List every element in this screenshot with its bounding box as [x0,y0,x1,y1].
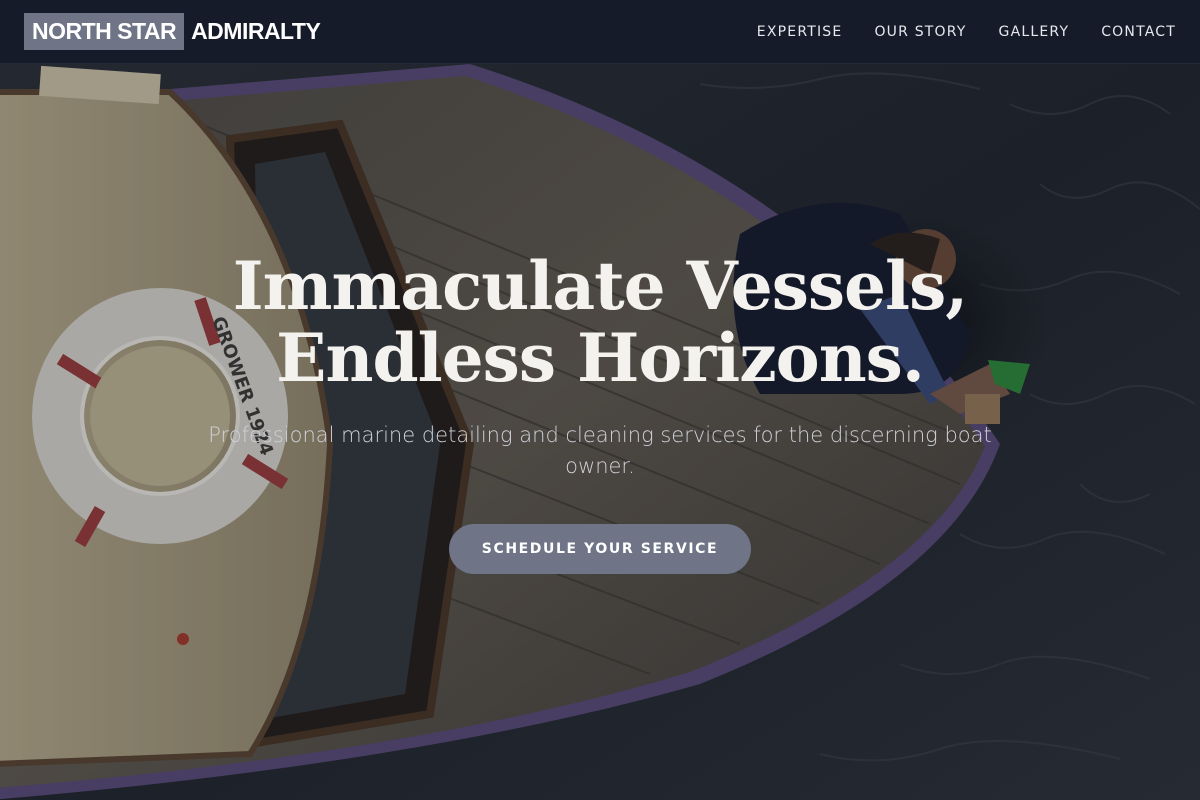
hero-title-line-1: Immaculate Vessels, [232,247,968,325]
nav-menu: EXPERTISE OUR STORY GALLERY CONTACT [757,0,1176,64]
hero-title: Immaculate Vessels, Endless Horizons. [150,250,1050,394]
brand-highlight: NORTH STAR [24,13,185,50]
top-navbar: NORTH STAR ADMIRALTY EXPERTISE OUR STORY… [0,0,1200,64]
nav-link-contact[interactable]: CONTACT [1101,24,1176,40]
hero-content: Immaculate Vessels, Endless Horizons. Pr… [150,250,1050,574]
hero-subtitle: Professional marine detailing and cleani… [208,423,992,478]
brand-logo[interactable]: NORTH STAR ADMIRALTY [24,13,321,50]
schedule-service-button[interactable]: SCHEDULE YOUR SERVICE [449,524,751,574]
nav-link-our-story[interactable]: OUR STORY [874,24,966,40]
nav-link-expertise[interactable]: EXPERTISE [757,24,843,40]
brand-name: ADMIRALTY [191,18,321,44]
hero-title-line-2: Endless Horizons. [276,319,925,397]
hero-section: GROWER 1924 Immaculate Vessels, Endless … [0,64,1200,800]
nav-link-gallery[interactable]: GALLERY [999,24,1070,40]
